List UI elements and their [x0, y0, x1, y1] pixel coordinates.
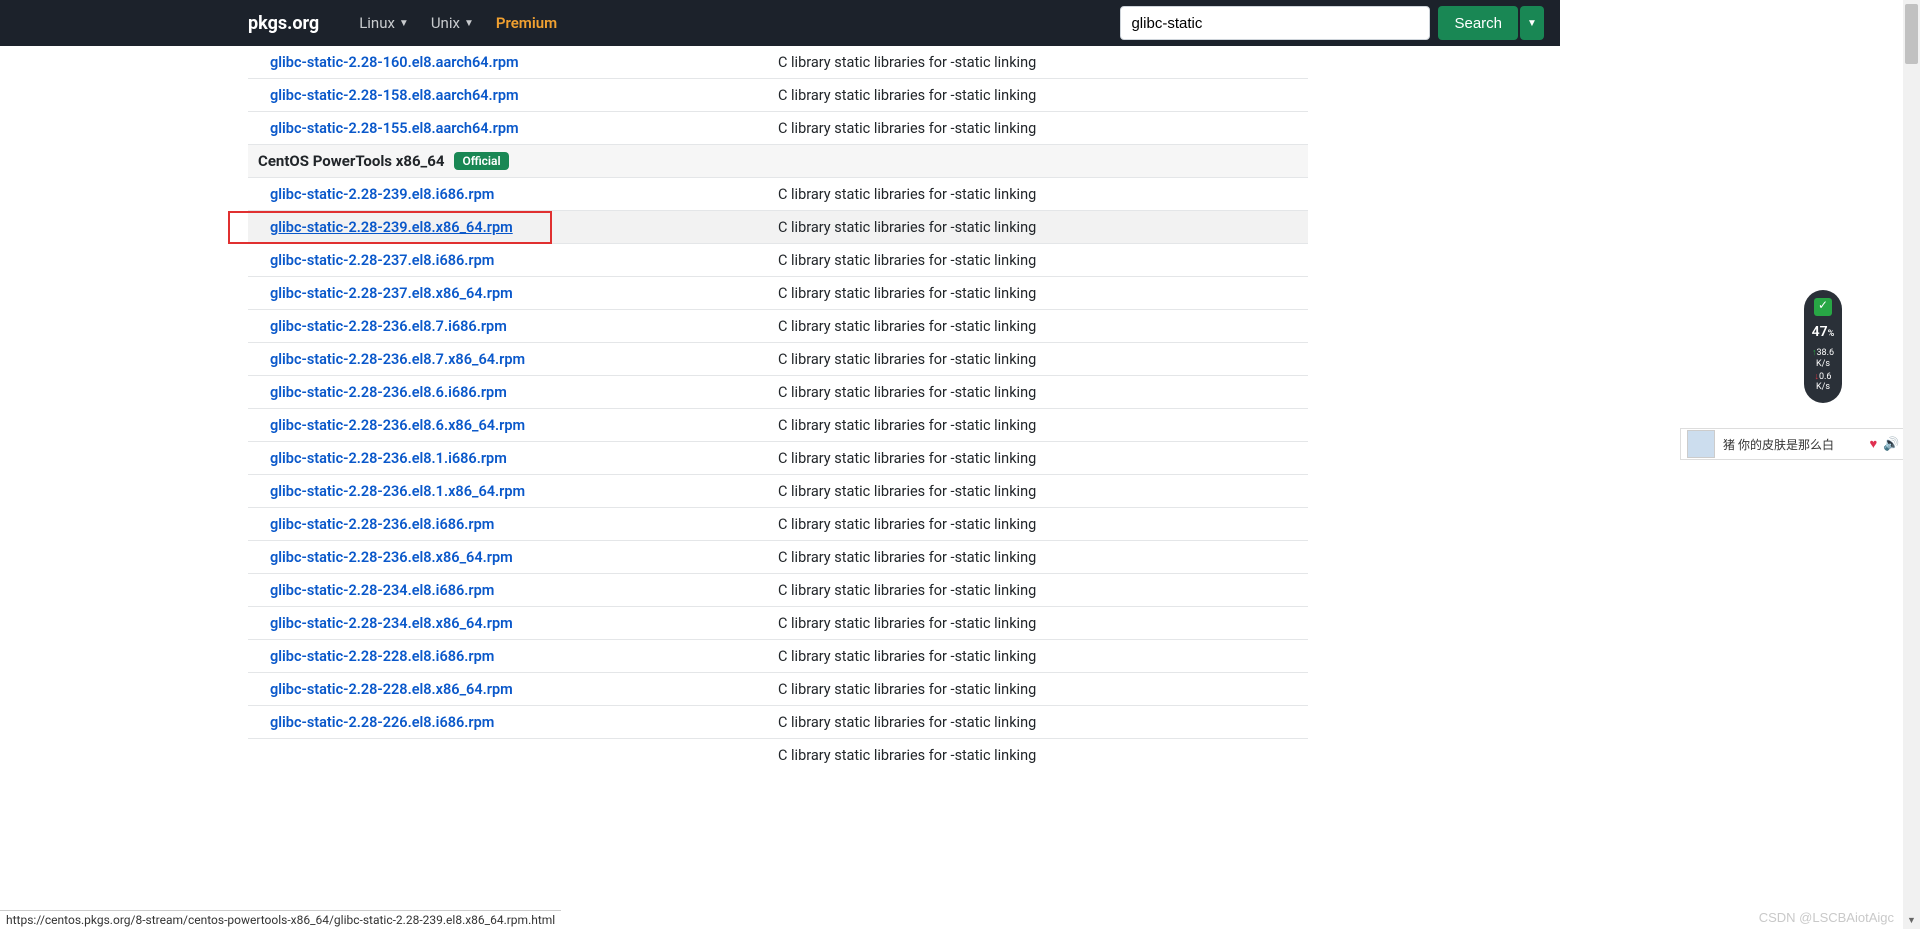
system-widget[interactable]: 47% 38.6K/s 0.6K/s — [1804, 290, 1842, 403]
vertical-scrollbar[interactable]: ▲ ▼ — [1903, 0, 1920, 929]
scrollbar-thumb[interactable] — [1905, 4, 1918, 64]
shield-check-icon — [1814, 298, 1832, 316]
table-row: glibc-static-2.28-236.el8.x86_64.rpm C li… — [248, 541, 1308, 574]
package-description: C library static libraries for -static l… — [778, 549, 1308, 566]
music-player-bar[interactable]: 猪 你的皮肤是那么白 ♥ 🔊 ≡ ✕ — [1680, 428, 1920, 460]
volume-icon[interactable]: 🔊 — [1883, 437, 1899, 452]
package-description: C library static libraries for -static l… — [778, 120, 1308, 137]
package-link[interactable]: glibc-static-2.28-234.el8.i686.rpm — [270, 582, 494, 599]
package-link[interactable]: glibc-static-2.28-234.el8.x86_64.rpm — [270, 615, 513, 632]
table-row: glibc-static-2.28-236.el8.1.i686.rpm C li… — [248, 442, 1308, 475]
package-description: C library static libraries for -static l… — [778, 582, 1308, 599]
scroll-down-arrow-icon[interactable]: ▼ — [1903, 912, 1920, 929]
package-link[interactable]: glibc-static-2.28-239.el8.i686.rpm — [270, 186, 494, 203]
search-input[interactable] — [1120, 6, 1430, 40]
table-row: glibc-static-2.28-160.el8.aarch64.rpm C l… — [248, 46, 1308, 79]
table-row: glibc-static-2.28-228.el8.i686.rpm C libr… — [248, 640, 1308, 673]
widget-percent: 47% — [1812, 324, 1835, 340]
watermark: CSDN @LSCBAiotAigc — [1759, 910, 1894, 925]
package-description: C library static libraries for -static l… — [778, 714, 1308, 731]
package-link[interactable]: glibc-static-2.28-236.el8.7.i686.rpm — [270, 318, 507, 335]
table-row: glibc-static-2.28-236.el8.1.x86_64.rpm C … — [248, 475, 1308, 508]
table-row: C library static libraries for -static l… — [248, 739, 1308, 772]
table-row: glibc-static-2.28-155.el8.aarch64.rpm C l… — [248, 112, 1308, 145]
package-description: C library static libraries for -static l… — [778, 615, 1308, 632]
nav-linux-label: Linux — [359, 14, 395, 32]
table-row: glibc-static-2.28-236.el8.i686.rpm C libr… — [248, 508, 1308, 541]
package-description: C library static libraries for -static l… — [778, 417, 1308, 434]
album-cover — [1687, 430, 1715, 458]
package-link[interactable]: glibc-static-2.28-226.el8.i686.rpm — [270, 714, 494, 731]
package-description: C library static libraries for -static l… — [778, 252, 1308, 269]
package-link[interactable]: glibc-static-2.28-160.el8.aarch64.rpm — [270, 54, 519, 71]
package-link[interactable]: glibc-static-2.28-236.el8.7.x86_64.rpm — [270, 351, 525, 368]
package-description: C library static libraries for -static l… — [778, 450, 1308, 467]
package-description: C library static libraries for -static l… — [778, 351, 1308, 368]
package-description: C library static libraries for -static l… — [778, 87, 1308, 104]
package-description: C library static libraries for -static l… — [778, 516, 1308, 533]
package-description: C library static libraries for -static l… — [778, 384, 1308, 401]
package-description: C library static libraries for -static l… — [778, 318, 1308, 335]
heart-icon[interactable]: ♥ — [1870, 436, 1878, 452]
package-link[interactable]: glibc-static-2.28-236.el8.6.i686.rpm — [270, 384, 507, 401]
table-row: glibc-static-2.28-239.el8.x86_64.rpm C li… — [248, 211, 1308, 244]
chevron-down-icon: ▼ — [1527, 18, 1537, 29]
section-title: CentOS PowerTools x86_64 — [258, 152, 444, 170]
chevron-down-icon: ▼ — [399, 18, 409, 29]
table-row: glibc-static-2.28-158.el8.aarch64.rpm C l… — [248, 79, 1308, 112]
package-description: C library static libraries for -static l… — [778, 186, 1308, 203]
results-content: glibc-static-2.28-160.el8.aarch64.rpm C l… — [248, 46, 1308, 772]
nav-unix[interactable]: Unix ▼ — [431, 14, 474, 32]
package-description: C library static libraries for -static l… — [778, 681, 1308, 698]
package-link[interactable]: glibc-static-2.28-228.el8.x86_64.rpm — [270, 681, 513, 698]
package-link[interactable]: glibc-static-2.28-228.el8.i686.rpm — [270, 648, 494, 665]
table-row: glibc-static-2.28-236.el8.6.i686.rpm C li… — [248, 376, 1308, 409]
table-row: glibc-static-2.28-237.el8.i686.rpm C libr… — [248, 244, 1308, 277]
table-row: glibc-static-2.28-234.el8.i686.rpm C libr… — [248, 574, 1308, 607]
package-link[interactable]: glibc-static-2.28-158.el8.aarch64.rpm — [270, 87, 519, 104]
widget-download: 0.6K/s — [1815, 372, 1832, 394]
package-link[interactable]: glibc-static-2.28-236.el8.6.x86_64.rpm — [270, 417, 525, 434]
status-bar: https://centos.pkgs.org/8-stream/centos-… — [0, 910, 561, 929]
package-link[interactable]: glibc-static-2.28-236.el8.1.i686.rpm — [270, 450, 507, 467]
package-link[interactable]: glibc-static-2.28-236.el8.x86_64.rpm — [270, 549, 513, 566]
brand-logo[interactable]: pkgs.org — [248, 13, 319, 34]
package-description: C library static libraries for -static l… — [778, 648, 1308, 665]
official-badge: Official — [454, 152, 508, 170]
chevron-down-icon: ▼ — [464, 18, 474, 29]
package-description: C library static libraries for -static l… — [778, 54, 1308, 71]
nav-linux[interactable]: Linux ▼ — [359, 14, 409, 32]
package-description: C library static libraries for -static l… — [778, 285, 1308, 302]
package-link[interactable]: glibc-static-2.28-236.el8.1.x86_64.rpm — [270, 483, 525, 500]
nav-premium[interactable]: Premium — [496, 14, 557, 32]
package-link[interactable]: glibc-static-2.28-155.el8.aarch64.rpm — [270, 120, 519, 137]
package-description: C library static libraries for -static l… — [778, 483, 1308, 500]
table-row: glibc-static-2.28-239.el8.i686.rpm C libr… — [248, 178, 1308, 211]
package-description: C library static libraries for -static l… — [778, 747, 1308, 764]
table-row: glibc-static-2.28-226.el8.i686.rpm C libr… — [248, 706, 1308, 739]
package-link[interactable]: glibc-static-2.28-239.el8.x86_64.rpm — [270, 219, 513, 236]
section-header: CentOS PowerTools x86_64 Official — [248, 145, 1308, 178]
table-row: glibc-static-2.28-236.el8.6.x86_64.rpm C … — [248, 409, 1308, 442]
nav-unix-label: Unix — [431, 14, 460, 32]
navbar: pkgs.org Linux ▼ Unix ▼ Premium Search ▼ — [0, 0, 1560, 46]
package-description: C library static libraries for -static l… — [778, 219, 1308, 236]
table-row: glibc-static-2.28-236.el8.7.i686.rpm C li… — [248, 310, 1308, 343]
table-row: glibc-static-2.28-228.el8.x86_64.rpm C li… — [248, 673, 1308, 706]
music-title: 猪 你的皮肤是那么白 — [1723, 436, 1864, 453]
widget-upload: 38.6K/s — [1812, 348, 1834, 370]
table-row: glibc-static-2.28-234.el8.x86_64.rpm C li… — [248, 607, 1308, 640]
table-row: glibc-static-2.28-237.el8.x86_64.rpm C li… — [248, 277, 1308, 310]
package-link[interactable]: glibc-static-2.28-237.el8.x86_64.rpm — [270, 285, 513, 302]
search-form: Search ▼ — [1120, 6, 1544, 40]
search-dropdown-button[interactable]: ▼ — [1520, 6, 1544, 40]
search-button[interactable]: Search — [1438, 6, 1518, 40]
table-row: glibc-static-2.28-236.el8.7.x86_64.rpm C … — [248, 343, 1308, 376]
package-link[interactable]: glibc-static-2.28-236.el8.i686.rpm — [270, 516, 494, 533]
package-link[interactable]: glibc-static-2.28-237.el8.i686.rpm — [270, 252, 494, 269]
